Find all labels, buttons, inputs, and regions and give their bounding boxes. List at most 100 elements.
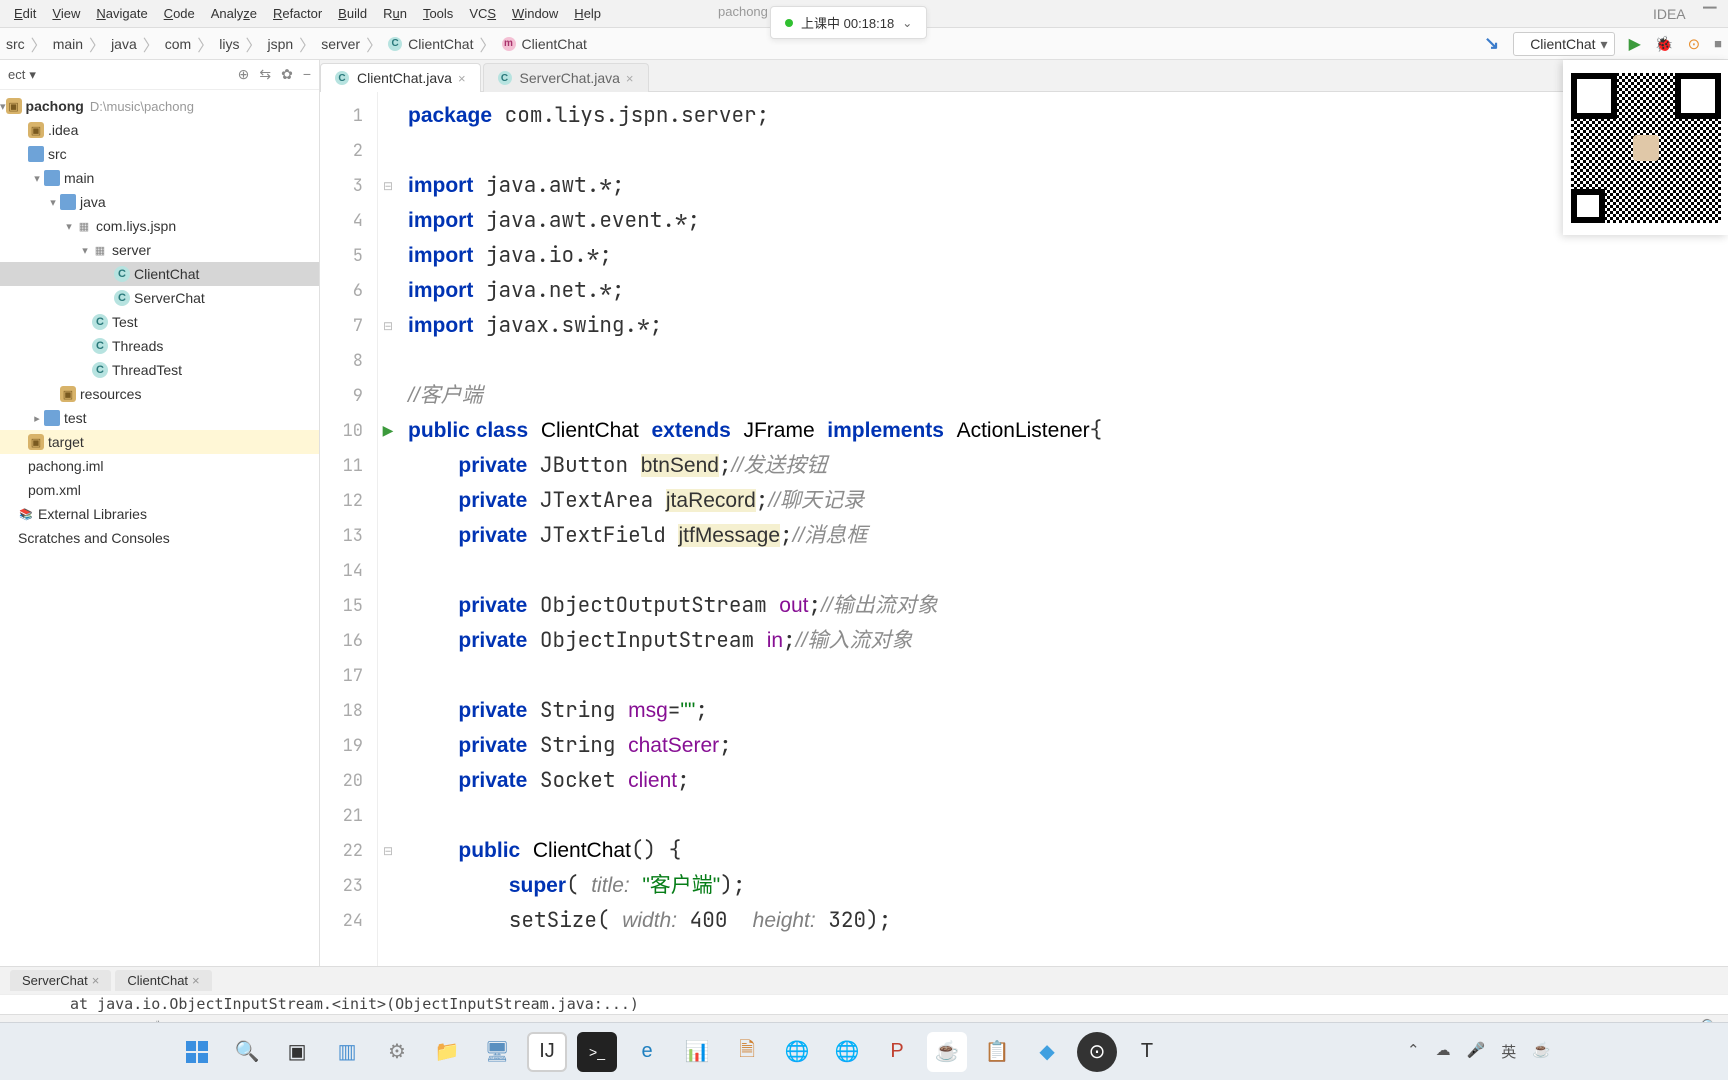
tray-java-icon[interactable]: ☕ [1532,1041,1551,1062]
tree-item-server[interactable]: ▾▦server [0,238,319,262]
tree-item-scratches-and-consoles[interactable]: Scratches and Consoles [0,526,319,550]
chrome-icon[interactable]: 🌐 [777,1032,817,1072]
widgets-icon[interactable]: ▥ [327,1032,367,1072]
intellij-icon[interactable]: IJ [527,1032,567,1072]
crumb-liys[interactable]: liys [219,36,239,52]
crumb-com[interactable]: com [165,36,191,52]
debug-button[interactable]: 🐞 [1655,35,1674,53]
close-icon[interactable]: × [92,973,100,988]
crumb-class[interactable]: ClientChat [408,36,473,52]
menu-help[interactable]: Help [566,6,609,21]
tree-item-resources[interactable]: ▣resources [0,382,319,406]
tab-clientchat[interactable]: C ClientChat.java × [320,63,481,92]
run-configuration-dropdown[interactable]: ClientChat [1513,32,1614,56]
editor-area: C ClientChat.java × C ServerChat.java × … [320,60,1728,966]
project-tool-window: ect ▾ ⊕ ⇆ ✿ − ▾▣ pachong D:\music\pachon… [0,60,320,966]
folder-icon: ▣ [6,98,22,114]
tree-item-serverchat[interactable]: CServerChat [0,286,319,310]
menu-window[interactable]: Window [504,6,566,21]
notepad-icon[interactable]: 📋 [977,1032,1017,1072]
breadcrumb[interactable]: src〉 main〉 java〉 com〉 liys〉 jspn〉 server… [6,32,587,56]
menu-navigate[interactable]: Navigate [88,6,155,21]
chevron-down-icon[interactable]: ⌄ [902,16,912,30]
code-editor[interactable]: package com.liys.jspn.server; import jav… [398,92,1728,966]
tree-item-threads[interactable]: CThreads [0,334,319,358]
tree-item-external-libraries[interactable]: 📚External Libraries [0,502,319,526]
qr-code-overlay[interactable] [1563,60,1728,235]
excel-icon[interactable]: 📊 [677,1032,717,1072]
class-icon: C [335,71,349,85]
run-coverage-button[interactable]: ⊙ [1688,35,1701,53]
locate-icon[interactable]: ⊕ [238,66,250,83]
editor-gutter[interactable]: 123456789101112131415161718192021222324 [320,92,378,966]
tray-onedrive-icon[interactable]: ☁ [1436,1041,1451,1062]
window-minimize-button[interactable]: − [1702,3,1718,13]
tree-item-java[interactable]: ▾java [0,190,319,214]
run-button[interactable]: ▶ [1629,34,1641,54]
menu-view[interactable]: View [44,6,88,21]
edge-icon[interactable]: e [627,1032,667,1072]
tree-item-target[interactable]: ▣target [0,430,319,454]
tree-project-root[interactable]: ▾▣ pachong D:\music\pachong [0,94,319,118]
close-icon[interactable]: × [192,973,200,988]
obs-icon[interactable]: ⊙ [1077,1032,1117,1072]
tree-item-clientchat[interactable]: CClientChat [0,262,319,286]
run-tab-serverchat[interactable]: ServerChat × [10,970,111,991]
tray-mic-icon[interactable]: 🎤 [1467,1041,1486,1062]
build-icon[interactable]: ↘ [1484,33,1499,54]
java-icon[interactable]: ☕ [927,1032,967,1072]
hide-icon[interactable]: − [303,66,311,83]
menu-analyze[interactable]: Analyze [203,6,265,21]
tray-chevron-icon[interactable]: ⌃ [1407,1041,1420,1062]
settings-app-icon[interactable]: 🖥 [477,1032,517,1072]
menu-build[interactable]: Build [330,6,375,21]
terminal-icon[interactable]: >_ [577,1032,617,1072]
close-tab-icon[interactable]: × [626,71,634,86]
crumb-jspn[interactable]: jspn [267,36,293,52]
settings-icon[interactable]: ✿ [281,66,293,83]
menu-vcs[interactable]: VCS [461,6,504,21]
tree-item-threadtest[interactable]: CThreadTest [0,358,319,382]
tree-item-src[interactable]: src [0,142,319,166]
run-tool-tabs: ServerChat × ClientChat × [0,966,1728,994]
tree-item-pom-xml[interactable]: pom.xml [0,478,319,502]
project-tree[interactable]: ▾▣ pachong D:\music\pachong ▣.ideasrc▾ma… [0,90,319,966]
text-icon[interactable]: T [1127,1032,1167,1072]
start-button[interactable] [177,1032,217,1072]
tree-item-pachong-iml[interactable]: pachong.iml [0,454,319,478]
tree-item--idea[interactable]: ▣.idea [0,118,319,142]
app-icon-blue[interactable]: ◆ [1027,1032,1067,1072]
menu-run[interactable]: Run [375,6,415,21]
powerpoint-icon[interactable]: P [877,1032,917,1072]
crumb-java[interactable]: java [111,36,137,52]
qr-code-icon [1571,73,1721,223]
crumb-method[interactable]: ClientChat [522,36,587,52]
tree-item-com-liys-jspn[interactable]: ▾▦com.liys.jspn [0,214,319,238]
project-view-dropdown[interactable]: ect ▾ [8,67,36,83]
tray-ime-icon[interactable]: 英 [1501,1041,1516,1062]
run-output-line: at java.io.ObjectInputStream.<init>(Obje… [0,994,1728,1014]
editor-fold-column[interactable]: ⊟⊟▶⊟ [378,92,398,966]
menu-code[interactable]: Code [156,6,203,21]
task-view-icon[interactable]: ▣ [277,1032,317,1072]
search-taskbar-icon[interactable]: 🔍 [227,1032,267,1072]
collapse-icon[interactable]: ⇆ [259,66,271,83]
tree-item-test[interactable]: ▸test [0,406,319,430]
crumb-src[interactable]: src [6,36,25,52]
app-icon[interactable]: ⚙ [377,1032,417,1072]
run-tab-clientchat[interactable]: ClientChat × [115,970,211,991]
crumb-main[interactable]: main [53,36,83,52]
calc-icon[interactable]: 🗎 [727,1032,767,1072]
menu-tools[interactable]: Tools [415,6,461,21]
menu-edit[interactable]: Edit [6,6,44,21]
meeting-status-pill[interactable]: 上课中 00:18:18 ⌄ [770,6,927,39]
tree-item-test[interactable]: CTest [0,310,319,334]
chrome-icon-2[interactable]: 🌐 [827,1032,867,1072]
menu-refactor[interactable]: Refactor [265,6,330,21]
tree-item-main[interactable]: ▾main [0,166,319,190]
stop-button[interactable]: ■ [1714,36,1722,51]
close-tab-icon[interactable]: × [458,71,466,86]
crumb-server[interactable]: server [321,36,360,52]
explorer-icon[interactable]: 📁 [427,1032,467,1072]
tab-serverchat[interactable]: C ServerChat.java × [483,63,649,92]
